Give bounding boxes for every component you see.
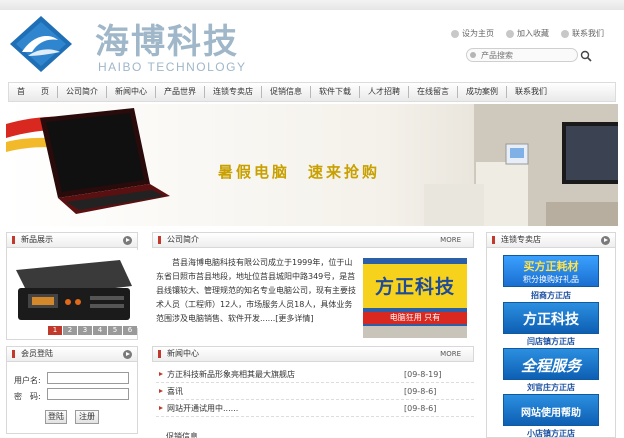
store-ad-1-text: 买方正耗材 [523,260,579,273]
promo-banner[interactable]: 暑假电脑 速来抢购 [6,104,618,226]
nav-guestbook[interactable]: 在线留言 [409,83,457,101]
add-favorite-link[interactable]: 加入收藏 [506,28,549,39]
news-item[interactable]: 网站开通试用中...... [09-8-6] [156,400,474,417]
store-ad-4-caption[interactable]: 小店镇方正店 [503,428,599,438]
header-marker [12,350,15,358]
haibo-logo-icon[interactable] [8,14,74,74]
store-ad-4-text: 网站使用帮助 [521,408,581,419]
store-ad-2-caption[interactable]: 闫店镇方正店 [503,336,599,347]
more-arrow-icon[interactable] [601,236,610,245]
store-sign-text: 方正科技 [374,276,455,298]
company-intro-more-link[interactable]: MORE [440,233,461,247]
contact-us-link[interactable]: 联系我们 [561,28,604,39]
username-field[interactable] [47,372,129,384]
password-label: 密 码: [14,392,41,401]
nav-home[interactable]: 首 页 [9,83,57,101]
pager-button-1[interactable]: 1 [48,326,62,335]
nav-company-intro[interactable]: 公司简介 [58,83,106,101]
store-ad-1[interactable]: 买方正耗材 积分换购好礼品 [503,255,599,287]
home-icon [451,29,459,38]
main-nav: 首 页 公司简介 新闻中心 产品世界 连锁专卖店 促销信息 软件下载 人才招聘 … [8,82,616,102]
header-marker [158,350,161,358]
chain-stores-header: 连锁专卖店 [486,232,616,248]
store-ad-1-caption[interactable]: 招商方正店 [503,290,599,301]
news-item-title[interactable]: 网站开通试用中...... [167,400,238,417]
add-favorite-label: 加入收藏 [517,29,549,38]
store-ad-2-text: 方正科技 [523,312,579,328]
username-label: 用户名: [14,376,41,385]
news-list: 方正科技新品形象亮相其最大旗舰店 [09-8-19] 喜讯 [09-8-6] 网… [156,366,474,417]
nav-contact[interactable]: 联系我们 [507,83,555,101]
header-marker [12,236,15,244]
bullet-arrow-icon [159,372,163,376]
register-button[interactable]: 注册 [75,410,99,424]
favorite-icon [506,29,514,38]
member-login-header: 会员登陆 [6,346,138,362]
promotions-header-partial: 促销信息 [166,432,198,438]
store-ad-2[interactable]: 方正科技 [503,302,599,334]
password-field[interactable] [47,388,129,400]
product-search-input[interactable] [466,48,578,62]
logo-chinese-name: 海博科技 [95,22,239,62]
news-item-date: [09-8-6] [404,387,437,396]
news-center-more-link[interactable]: MORE [440,347,461,361]
search-icon[interactable] [580,50,592,62]
news-center-title: 新闻中心 [167,349,199,358]
store-sign-sub: 电脑狂用 只有 [363,312,467,324]
store-ad-3[interactable]: 全程服务 [503,348,599,380]
store-ad-3-text: 全程服务 [520,357,581,375]
news-item-date: [09-8-19] [404,370,442,379]
pager-button-4[interactable]: 4 [93,326,107,335]
pager-button-2[interactable]: 2 [63,326,77,335]
news-item[interactable]: 喜讯 [09-8-6] [156,383,474,400]
news-item-title[interactable]: 方正科技新品形象亮相其最大旗舰店 [167,366,295,383]
nav-cases[interactable]: 成功案例 [458,83,506,101]
product-pager: 1 2 3 4 5 6 [48,326,137,335]
pager-button-6[interactable]: 6 [123,326,137,335]
header-marker [492,236,495,244]
store-ad-1-sub: 积分换购好礼品 [523,275,579,284]
nav-promotions[interactable]: 促销信息 [262,83,310,101]
pager-button-3[interactable]: 3 [78,326,92,335]
company-intro-title: 公司简介 [167,235,199,244]
nav-news-center[interactable]: 新闻中心 [107,83,155,101]
logo-english-name: HAIBO TECHNOLOGY [98,60,247,74]
printer-product-image[interactable] [8,250,138,328]
member-login-title: 会员登陆 [21,349,53,358]
news-item[interactable]: 方正科技新品形象亮相其最大旗舰店 [09-8-19] [156,366,474,383]
header-marker [158,236,161,244]
contact-us-label: 联系我们 [572,29,604,38]
nav-chain-stores[interactable]: 连锁专卖店 [205,83,261,101]
new-products-header: 新品展示 [6,232,138,248]
more-arrow-icon[interactable] [123,350,132,359]
news-item-title[interactable]: 喜讯 [167,383,183,400]
company-intro-header: 公司简介 MORE [152,232,474,248]
new-products-title: 新品展示 [21,235,53,244]
store-photo[interactable]: 方正科技 电脑狂用 只有 [363,258,467,338]
bullet-arrow-icon [159,389,163,393]
news-item-date: [09-8-6] [404,404,437,413]
nav-recruitment[interactable]: 人才招聘 [360,83,408,101]
set-homepage-link[interactable]: 设为主页 [451,28,494,39]
company-intro-text: 莒县海博电脑科技有限公司成立于1999年，位于山东省日照市莒县地段，地址位莒县城… [156,258,356,323]
top-links: 设为主页 加入收藏 联系我们 [451,28,604,39]
store-ad-3-caption[interactable]: 刘官庄方正店 [503,382,599,393]
contact-icon [561,29,569,38]
store-ad-4[interactable]: 网站使用帮助 [503,394,599,426]
pager-button-5[interactable]: 5 [108,326,122,335]
banner-slogan: 暑假电脑 速来抢购 [218,163,381,181]
login-button[interactable]: 登陆 [45,410,67,424]
store-front [363,326,467,338]
bullet-arrow-icon [159,406,163,410]
news-center-header: 新闻中心 MORE [152,346,474,362]
nav-downloads[interactable]: 软件下载 [311,83,359,101]
nav-products[interactable]: 产品世界 [156,83,204,101]
more-arrow-icon[interactable] [123,236,132,245]
chain-stores-title: 连锁专卖店 [501,235,541,244]
set-homepage-label: 设为主页 [462,29,494,38]
search-field-icon [470,52,476,58]
top-strip [0,0,624,10]
